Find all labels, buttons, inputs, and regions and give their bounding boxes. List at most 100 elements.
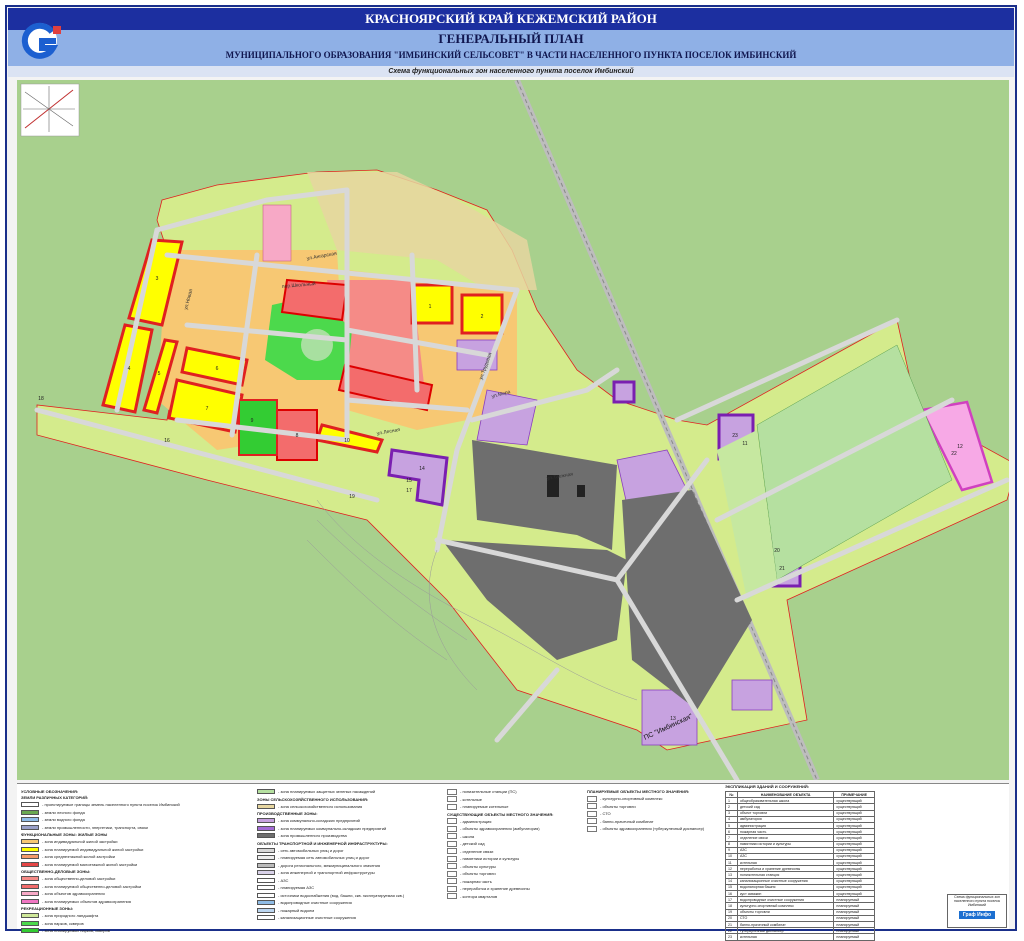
north-arrow-icon <box>20 83 80 137</box>
legend-item: - школа <box>447 833 553 841</box>
legend-item: - АЗС <box>257 877 404 885</box>
legend-swatch <box>257 892 275 898</box>
legend-item: - зона индивидуальной жилой застройки <box>21 838 180 846</box>
legend-item: - планируемые котельные <box>447 803 553 811</box>
legend-label: - зона индивидуальной жилой застройки <box>42 839 118 845</box>
legend-swatch <box>257 900 275 906</box>
legend-symbol-icon <box>447 796 457 803</box>
stamp-brand: Граф Инфо <box>958 911 996 919</box>
legend-section-head: ОБЪЕКТЫ ТРАНСПОРТНОЙ И ИНЖЕНЕРНОЙ ИНФРАС… <box>257 840 388 846</box>
zone-number: 16 <box>164 438 170 444</box>
legend-symbol-icon <box>447 885 457 892</box>
legend-item: - планируемая сеть автомобильных улиц и … <box>257 854 404 862</box>
legend-item: - зона планируемых защитных зеленых наса… <box>257 788 404 796</box>
legend-label: - зона планируемой общественно-деловой з… <box>42 883 142 889</box>
legend-item: - объекты торговли <box>587 803 704 811</box>
legend-label: - объекты торговли <box>460 871 496 877</box>
legend-column-3: - понизительные станции (ПС) - котельные -… <box>447 788 553 900</box>
zone-number: 11 <box>742 441 747 447</box>
legend-label: - канализационные очистные сооружения <box>278 915 356 921</box>
zone-number: 22 <box>951 451 957 457</box>
legend-label: - источники водоснабжения (вод. башни, с… <box>278 892 405 898</box>
legend-swatch <box>21 883 39 889</box>
legend-swatch <box>21 854 39 860</box>
legend-item: - источники водоснабжения (вод. башни, с… <box>257 892 404 900</box>
legend-section-head: ОБЩЕСТВЕННО-ДЕЛОВЫЕ ЗОНЫ: <box>21 869 91 874</box>
legend-col3-head: СУЩЕСТВУЮЩИЕ ОБЪЕКТЫ МЕСТНОГО ЗНАЧЕНИЯ: <box>447 811 554 817</box>
zone-number: 4 <box>128 366 131 372</box>
legend-label: - администрация <box>460 818 492 824</box>
health-zone <box>262 204 292 262</box>
legend-label: - пожарный водоем <box>278 907 315 913</box>
legend-item: - зона промышленного производства <box>257 832 404 840</box>
plan-title-block: ГЕНЕРАЛЬНЫЙ ПЛАН МУНИЦИПАЛЬНОГО ОБРАЗОВА… <box>8 30 1014 66</box>
legend-label: - зона планируемой малоэтажной жилой зас… <box>42 861 138 867</box>
legend-item: - зона коммунально-складских предприятий <box>257 817 404 825</box>
zone-number: 3 <box>156 276 159 282</box>
zone-number: 14 <box>419 466 425 472</box>
table-row: 23 котельная планируемый <box>725 933 875 941</box>
legend-col4-items: - культурно-спортивный комплекс - объекты… <box>587 795 704 833</box>
region-title: КРАСНОЯРСКИЙ КРАЙ КЕЖЕМСКИЙ РАЙОН <box>8 8 1014 30</box>
legend-symbol-icon <box>447 878 457 885</box>
legend-symbol-icon <box>587 818 597 825</box>
legend-symbol-icon <box>447 863 457 870</box>
table-cell: планируемый <box>833 933 875 941</box>
legend-label: - школа <box>460 833 475 839</box>
legend-swatch <box>257 847 275 853</box>
legend-label: - памятники истории и культуры <box>460 856 520 862</box>
zone-number: 21 <box>779 566 785 572</box>
legend-swatch <box>257 803 275 809</box>
legend-swatch <box>21 876 39 882</box>
legend-swatch <box>21 824 39 830</box>
company-logo-icon <box>21 22 61 59</box>
zone-number: 9 <box>251 418 254 424</box>
legend-label: - зона природного ландшафта <box>42 913 99 919</box>
legend-label: - объекты здравоохранения (туберкулезный… <box>600 826 705 832</box>
legend-swatch <box>257 862 275 868</box>
legend-label: - контора кварталов <box>460 893 498 899</box>
functional-zones-map[interactable]: ул.Ангарская пер.Школьный ул.Мира ул.Нов… <box>17 80 1009 780</box>
legend-label: - зона сельскохозяйственного использован… <box>278 803 363 809</box>
legend-section-head: РЕКРЕАЦИОННЫЕ ЗОНЫ: <box>21 906 74 911</box>
legend-symbol-icon <box>587 810 597 817</box>
legend-label: - котельные <box>460 796 482 802</box>
legend-swatch <box>21 928 39 934</box>
legend-item: - зона природного ландшафта <box>21 912 180 920</box>
legend-swatch <box>257 789 275 795</box>
legend-item: - зона планируемых парков, скверов <box>21 927 180 935</box>
legend-item: - объекты здравоохранения (амбулатория) <box>447 825 553 833</box>
legend-column-1: УСЛОВНЫЕ ОБОЗНАЧЕНИЯ: ЗЕМЛИ РАЗЛИЧНЫХ КА… <box>21 788 180 935</box>
legend-item: - зона парков, скверов <box>21 920 180 928</box>
legend-item: - планируемая АЗС <box>257 884 404 892</box>
buildings-table-title: ЭКСПЛИКАЦИЯ ЗДАНИЙ И СООРУЖЕНИЙ: <box>725 784 810 789</box>
zone-number: 2 <box>481 314 484 320</box>
zone-number: 17 <box>406 488 412 494</box>
legend-section-head: ЗОНЫ СЕЛЬСКОХОЗЯЙСТВЕННОГО ИСПОЛЬЗОВАНИЯ… <box>257 796 369 802</box>
legend-item: - земли промышленности, энергетики, тран… <box>21 824 180 832</box>
legend-swatch <box>21 846 39 852</box>
legend-label: - зона планируемых парков, скверов <box>42 928 110 934</box>
legend-symbol-icon <box>447 855 457 862</box>
legend-label: - водопроводные очистные сооружения <box>278 900 352 906</box>
legend-item: - контора кварталов <box>447 893 553 901</box>
legend-swatch <box>21 817 39 823</box>
legend-item: - понизительные станции (ПС) <box>447 788 553 796</box>
legend-item: - зона инженерной и транспортной инфраст… <box>257 869 404 877</box>
legend-item: - сеть автомобильных улиц и дорог <box>257 847 404 855</box>
zone-number: 8 <box>296 433 299 439</box>
legend-label: - сеть автомобильных улиц и дорог <box>278 847 344 853</box>
zone-number: 10 <box>344 438 350 444</box>
plan-subtitle: МУНИЦИПАЛЬНОГО ОБРАЗОВАНИЯ "ИМБИНСКИЙ СЕ… <box>225 50 797 60</box>
legend-item: - канализационные очистные сооружения <box>257 914 404 922</box>
zone-number: 12 <box>957 444 963 450</box>
zone-number: 19 <box>349 494 355 500</box>
legend-label: - детский сад <box>460 841 485 847</box>
zone-number: 18 <box>38 396 44 402</box>
legend-swatch <box>21 898 39 904</box>
legend-swatch <box>257 833 275 839</box>
table-cell: котельная <box>736 933 835 941</box>
legend-label: - зона планируемых коммунально-складских… <box>278 825 387 831</box>
legend-label: - понизительные станции (ПС) <box>460 789 517 795</box>
legend-symbol-icon <box>447 840 457 847</box>
